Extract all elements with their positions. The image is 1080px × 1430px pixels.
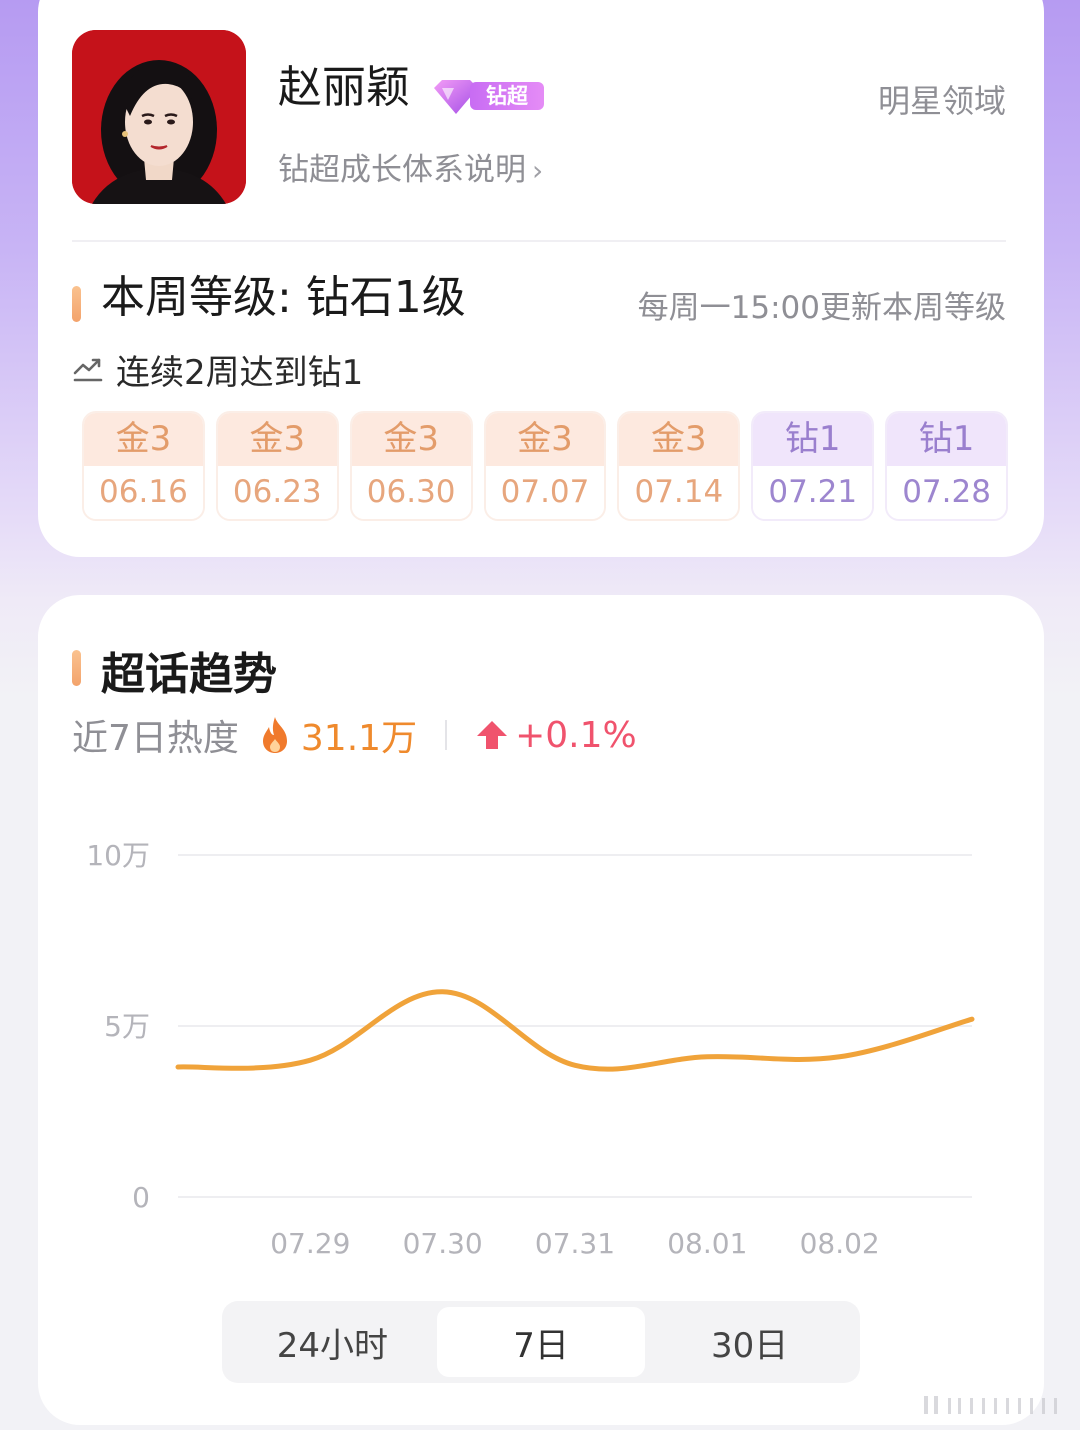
week-level: 金3 [351, 413, 471, 466]
diamond-super-badge[interactable]: 钻超 [430, 78, 546, 114]
week-date: 06.23 [217, 466, 337, 519]
week-level-tile: 金3 06.23 [215, 411, 339, 521]
week-date: 06.30 [351, 466, 471, 519]
x-tick-label: 08.01 [667, 1227, 747, 1260]
week-date: 07.14 [619, 466, 739, 519]
week-level: 金3 [485, 413, 605, 466]
update-note: 每周一15:00更新本周等级 [637, 290, 1006, 326]
trend-line-chart: 10万 5万 0 07.29 07.30 07.31 08.01 08.02 [86, 839, 975, 1260]
streak-text: 连续2周达到钻1 [116, 353, 364, 393]
y-tick-label: 5万 [104, 1010, 150, 1043]
x-tick-label: 07.31 [535, 1227, 615, 1260]
flame-icon [262, 717, 287, 753]
week-level-tile: 钻1 07.21 [751, 411, 875, 521]
watermark [924, 1396, 1057, 1414]
separator [445, 720, 448, 750]
domain-label[interactable]: 明星领域 [878, 76, 1006, 122]
week-date: 07.21 [753, 466, 873, 519]
y-tick-label: 0 [132, 1181, 150, 1214]
growth-link-label: 钻超成长体系说明 [278, 152, 526, 188]
time-range-tabs: 24小时 7日 30日 [222, 1301, 860, 1383]
weekly-level-history: 金3 06.16 金3 06.23 金3 06.30 金3 07.07 金3 07.14 钻1 07.… [82, 411, 1009, 521]
streak-row: 连续2周达到钻1 [72, 345, 363, 394]
week-level: 钻1 [887, 413, 1007, 466]
week-level-tile: 金3 06.30 [349, 411, 473, 521]
star-level-card: 赵丽颖 钻超 钻超成长体系说明 › 明星领域 本周等级: 钻石1级 每周一15:0… [38, 0, 1044, 557]
avatar[interactable] [72, 30, 246, 204]
x-tick-label: 07.30 [403, 1227, 483, 1260]
tab-range[interactable]: 30日 [645, 1307, 854, 1377]
growth-system-link[interactable]: 钻超成长体系说明 › [278, 144, 543, 189]
trend-card: 超话趋势 近7日热度 31.1万 +0.1% 10万 5万 0 07.29 07.30 0… [38, 595, 1044, 1425]
heat-change: +0.1% [515, 714, 637, 756]
tab-range[interactable]: 7日 [436, 1307, 646, 1377]
week-level-tile: 金3 06.16 [82, 411, 205, 521]
star-name: 赵丽颖 [278, 62, 410, 113]
y-tick-label: 10万 [86, 839, 150, 872]
week-level: 金3 [84, 413, 203, 466]
week-level: 钻1 [753, 413, 873, 466]
week-level: 金3 [619, 413, 739, 466]
section-marker [72, 286, 81, 322]
tab-range[interactable]: 24小时 [228, 1307, 437, 1377]
section-marker [72, 650, 81, 686]
trend-up-icon [73, 358, 103, 381]
heat-label: 近7日热度 [72, 718, 239, 759]
heat-value: 31.1万 [300, 718, 418, 759]
divider [72, 240, 1006, 242]
week-date: 07.28 [887, 466, 1007, 519]
week-level: 金3 [217, 413, 337, 466]
week-level-tile: 钻1 07.28 [885, 411, 1009, 521]
week-date: 06.16 [84, 466, 203, 519]
chevron-right-icon: › [532, 154, 544, 187]
week-level-tile: 金3 07.14 [617, 411, 741, 521]
trend-title: 超话趋势 [101, 649, 277, 700]
week-date: 07.07 [485, 466, 605, 519]
x-tick-label: 07.29 [270, 1227, 350, 1260]
weekly-level-title: 本周等级: 钻石1级 [101, 272, 466, 323]
badge-label: 钻超 [470, 82, 544, 110]
series-line [175, 989, 975, 1072]
week-level-tile: 金3 07.07 [483, 411, 607, 521]
x-tick-label: 08.02 [800, 1227, 880, 1260]
arrow-up-icon [477, 721, 508, 749]
heat-summary: 近7日热度 31.1万 +0.1% [72, 713, 637, 760]
